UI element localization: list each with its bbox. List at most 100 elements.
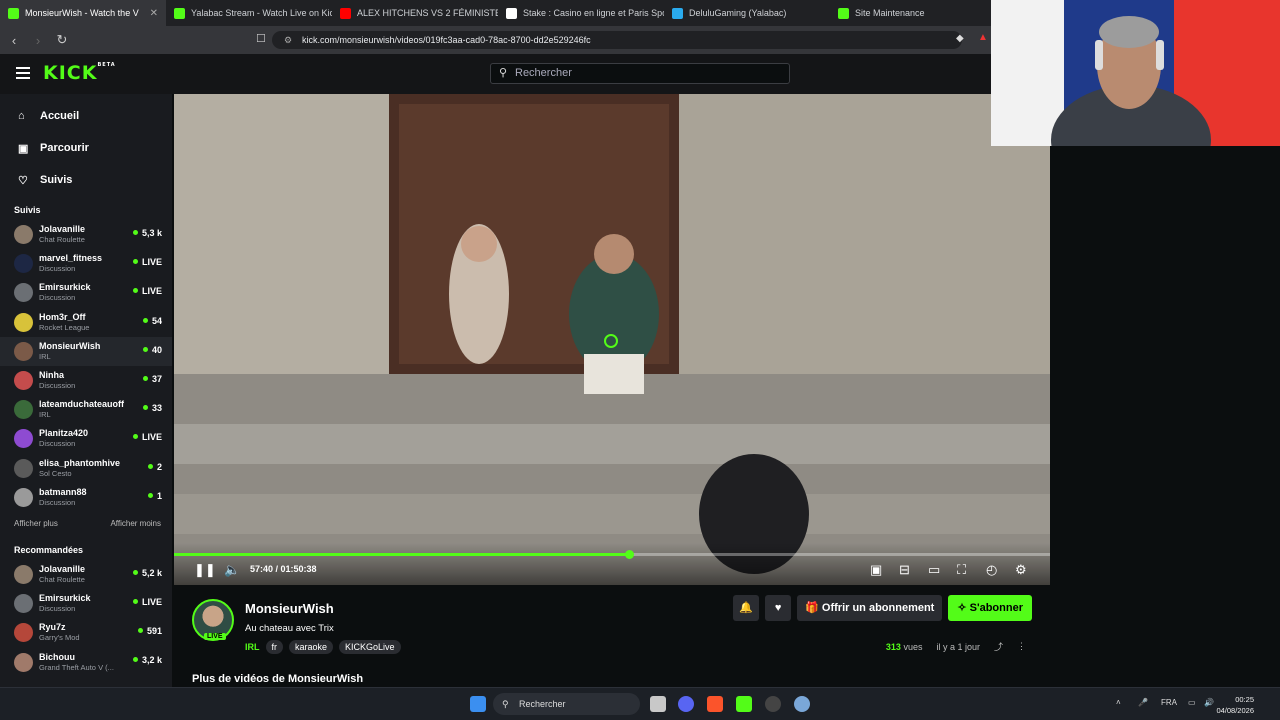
task-view-icon[interactable] <box>650 696 666 712</box>
tag-chip[interactable]: fr <box>265 640 283 654</box>
reload-icon[interactable]: ↻ <box>52 32 72 48</box>
discord-icon[interactable] <box>678 696 694 712</box>
channel-item[interactable]: MonsieurWish IRL 40 <box>0 336 172 366</box>
fullscreen-icon[interactable]: ⛶ <box>957 562 966 578</box>
nav-item-suivis[interactable]: ♡ Suivis <box>0 164 172 196</box>
gift-subscription-button[interactable]: 🎁 Offrir un abonnement <box>797 595 943 621</box>
video-player[interactable]: ❚❚ 🔈 57:40 / 01:50:38 ▣ ⊟ ▭ ⛶ ◴ ⚙ <box>174 94 1050 585</box>
tab-title: MonsieurWish - Watch the V <box>25 8 139 18</box>
volume-icon[interactable]: 🔈 <box>224 562 240 578</box>
forward-icon[interactable]: › <box>28 33 48 48</box>
show-more-link[interactable]: Afficher plus <box>14 519 58 528</box>
clock-date: 04/08/2026 <box>1216 706 1254 715</box>
tab-favicon-icon <box>506 7 517 19</box>
channel-item[interactable]: Jolavanille Chat Roulette 5,2 k <box>0 560 172 589</box>
obs-icon[interactable] <box>765 696 781 712</box>
channel-name: Ryu7z <box>39 622 66 633</box>
back-icon[interactable]: ‹ <box>4 33 24 48</box>
settings-icon[interactable]: ⚙ <box>1015 562 1027 578</box>
category-link[interactable]: IRL <box>245 642 260 652</box>
followed-list: Jolavanille Chat Roulette 5,3 k marvel_fitn… <box>0 220 172 512</box>
system-clock[interactable]: 00:25 04/08/2026 <box>1216 694 1254 716</box>
microphone-icon[interactable]: 🎤 <box>1138 698 1148 707</box>
search-input[interactable]: ⚲ Rechercher <box>490 63 790 84</box>
nav-item-accueil[interactable]: ⌂ Accueil <box>0 100 172 132</box>
bookmark-icon[interactable]: ☐ <box>256 32 266 45</box>
windows-start-icon[interactable] <box>470 696 486 712</box>
channel-item[interactable]: lateamduchateauoff IRL 33 <box>0 395 172 424</box>
channel-category: IRL <box>39 351 51 361</box>
nav-item-parcourir[interactable]: ▣ Parcourir <box>0 132 172 164</box>
channel-item[interactable]: Emirsurkick Discussion LIVE <box>0 278 172 307</box>
tab-title: DeluluGaming (Yalabac) <box>689 8 787 18</box>
browser-tab[interactable]: DeluluGaming (Yalabac) <box>664 0 830 26</box>
channel-name: marvel_fitness <box>39 253 103 264</box>
site-info-icon[interactable]: ⚙ <box>284 31 292 49</box>
network-icon[interactable]: ▭ <box>1188 698 1196 707</box>
browser-tab[interactable]: Stake : Casino en ligne et Paris Sportif <box>498 0 664 26</box>
tab-favicon-icon <box>8 7 19 19</box>
channel-category: Chat Roulette <box>39 574 85 584</box>
pause-icon[interactable]: ❚❚ <box>194 562 216 578</box>
tab-title: ALEX HITCHENS VS 2 FÉMINISTES ! <box>357 8 498 18</box>
share-icon[interactable]: ⤴ <box>994 640 1003 653</box>
search-placeholder: Rechercher <box>515 67 572 79</box>
viewer-count: 37 <box>143 374 162 384</box>
channel-item[interactable]: elisa_phantomhive Sol Cesto 2 <box>0 454 172 483</box>
close-tab-icon[interactable]: ✕ <box>150 8 158 19</box>
speed-icon[interactable]: ◴ <box>986 562 997 578</box>
channel-name: Hom3r_Off <box>39 311 86 322</box>
channel-item[interactable]: Bichouu Grand Theft Auto V (... 3,2 k <box>0 647 172 676</box>
channel-item[interactable]: marvel_fitness Discussion LIVE <box>0 249 172 278</box>
channel-item[interactable]: batmann88 Discussion 1 <box>0 483 172 512</box>
show-less-link[interactable]: Afficher moins <box>110 519 161 528</box>
seek-bar[interactable] <box>174 550 1050 559</box>
browser-tab[interactable]: Yalabac Stream - Watch Live on Kick <box>166 0 332 26</box>
channel-name: Planitza420 <box>39 428 89 439</box>
star-icon: ✧ <box>957 602 970 614</box>
theater-mode-icon[interactable]: ▭ <box>928 562 940 578</box>
taskbar-search[interactable]: ⚲ Rechercher <box>493 693 640 715</box>
avatar <box>14 283 33 303</box>
language-indicator[interactable]: FRA <box>1161 698 1177 707</box>
channel-item[interactable]: Emirsurkick Discussion LIVE <box>0 589 172 618</box>
more-options-icon[interactable]: ⋮ <box>1017 641 1026 652</box>
brave-rewards-icon[interactable]: ▲ <box>978 32 988 43</box>
tab-title: Yalabac Stream - Watch Live on Kick <box>191 8 332 18</box>
avatar <box>14 623 33 643</box>
webcam-overlay <box>991 0 1280 146</box>
brave-shield-icon[interactable]: ◆ <box>956 33 964 44</box>
settings-app-icon[interactable] <box>794 696 810 712</box>
menu-icon[interactable] <box>16 67 30 82</box>
avatar <box>14 312 33 332</box>
subscribe-label: S'abonner <box>969 602 1023 614</box>
tray-overflow-icon[interactable]: ˄ <box>1116 698 1121 707</box>
bell-icon[interactable]: 🔔 <box>733 595 760 621</box>
channel-category: Discussion <box>39 497 76 507</box>
kick-logo[interactable]: KICKBETA <box>43 62 116 84</box>
browser-tab[interactable]: ALEX HITCHENS VS 2 FÉMINISTES ! <box>332 0 498 26</box>
recommended-heading: Recommandées <box>14 544 84 555</box>
channel-item[interactable]: Ryu7z Garry's Mod 591 <box>0 618 172 647</box>
clip-icon[interactable]: ⊟ <box>899 562 910 578</box>
subscribe-button[interactable]: ✧ S'abonner <box>948 595 1032 621</box>
channel-item[interactable]: Planitza420 Discussion LIVE <box>0 424 172 453</box>
pip-icon[interactable]: ▣ <box>870 562 882 578</box>
avatar <box>14 429 33 449</box>
brave-browser-icon[interactable] <box>707 696 723 712</box>
channel-item[interactable]: Ninha Discussion 37 <box>0 366 172 395</box>
kick-app-icon[interactable] <box>736 696 752 712</box>
follow-heart-icon[interactable]: ♥ <box>765 595 792 621</box>
channel-item[interactable]: Hom3r_Off Rocket League 54 <box>0 308 172 337</box>
url-field[interactable]: ⚙ kick.com/monsieurwish/videos/019fc3aa-… <box>272 31 962 49</box>
sidebar: ⌂ Accueil ▣ Parcourir ♡ Suivis Suivis Jolavan… <box>0 94 172 687</box>
speaker-icon[interactable]: 🔊 <box>1204 698 1214 707</box>
tag-chip[interactable]: KICKGoLive <box>339 640 401 654</box>
seek-handle[interactable] <box>624 550 634 559</box>
channel-item[interactable]: Jolavanille Chat Roulette 5,3 k <box>0 220 172 249</box>
tag-chip[interactable]: karaoke <box>289 640 334 654</box>
browser-tab[interactable]: MonsieurWish - Watch the V ✕ <box>0 0 166 26</box>
channel-name: Bichouu <box>39 651 75 662</box>
browser-tab[interactable]: Site Maintenance <box>830 0 996 26</box>
channel-name[interactable]: MonsieurWish <box>245 601 334 616</box>
